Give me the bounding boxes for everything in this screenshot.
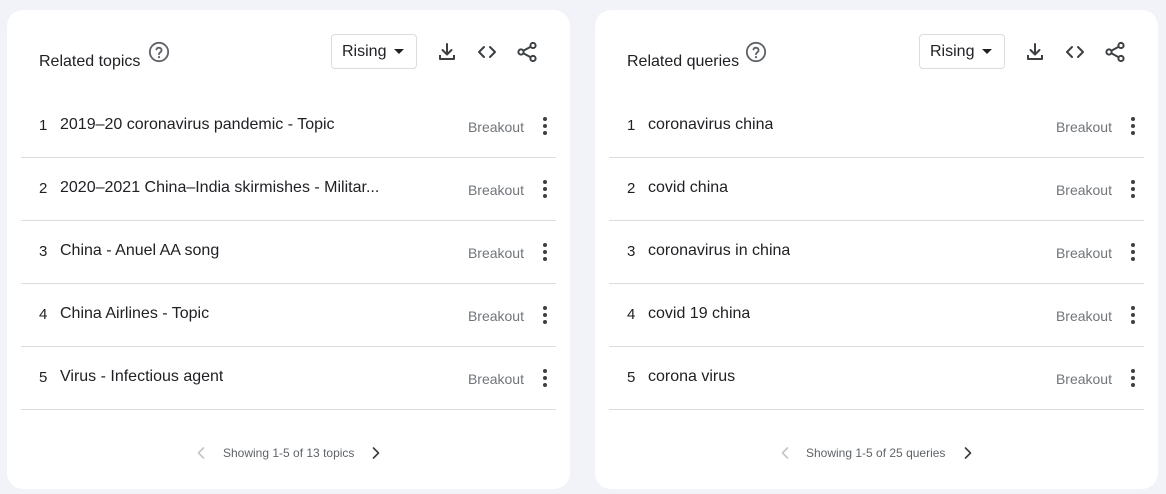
list-item[interactable]: 3 coronavirus in china Breakout: [609, 221, 1144, 284]
rank: 1: [627, 117, 636, 134]
rising-dropdown[interactable]: Rising: [331, 34, 417, 69]
item-label: 2019–20 coronavirus pandemic - Topic: [60, 116, 335, 133]
list-item[interactable]: 3 China - Anuel AA song Breakout: [21, 221, 556, 284]
code-embed-icon[interactable]: [1063, 40, 1087, 64]
dropdown-value: Rising: [930, 42, 975, 60]
rank: 4: [39, 306, 48, 323]
chevron-left-icon: [781, 447, 789, 459]
rank: 2: [39, 180, 48, 197]
item-label: coronavirus china: [648, 116, 774, 133]
rank: 4: [627, 306, 636, 323]
related-topics-card: Related topics Rising 1 2019–20 coronavi…: [7, 10, 570, 489]
rank: 5: [627, 369, 636, 386]
more-vert-icon[interactable]: [1128, 366, 1138, 390]
related-queries-card: Related queries Rising 1 coronavirus chi…: [595, 10, 1158, 489]
download-icon[interactable]: [435, 40, 459, 64]
pagination: Showing 1-5 of 13 topics: [7, 441, 570, 465]
more-vert-icon[interactable]: [540, 240, 550, 264]
item-value: Breakout: [467, 371, 524, 387]
item-value: Breakout: [1055, 371, 1112, 387]
item-label: covid china: [648, 179, 729, 196]
item-value: Breakout: [1055, 308, 1112, 324]
pagination-text: Showing 1-5 of 13 topics: [223, 446, 355, 460]
more-vert-icon[interactable]: [1128, 240, 1138, 264]
item-label: Virus - Infectious agent: [60, 368, 224, 385]
pagination-text: Showing 1-5 of 25 queries: [806, 446, 946, 460]
item-value: Breakout: [1055, 119, 1112, 135]
chevron-right-icon[interactable]: [366, 443, 386, 463]
rank: 5: [39, 369, 48, 386]
more-vert-icon[interactable]: [540, 177, 550, 201]
chevron-right-icon[interactable]: [958, 443, 978, 463]
item-value: Breakout: [1055, 182, 1112, 198]
rank: 2: [627, 180, 636, 197]
chevron-left-icon: [197, 447, 205, 459]
rising-dropdown[interactable]: Rising: [919, 34, 1005, 69]
rank: 1: [39, 117, 48, 134]
list-item[interactable]: 5 corona virus Breakout: [609, 347, 1144, 410]
item-label: coronavirus in china: [648, 242, 791, 259]
list-item[interactable]: 4 covid 19 china Breakout: [609, 284, 1144, 347]
pagination: Showing 1-5 of 25 queries: [595, 441, 1158, 465]
queries-list: 1 coronavirus china Breakout 2 covid chi…: [609, 95, 1144, 410]
topics-list: 1 2019–20 coronavirus pandemic - Topic B…: [21, 95, 556, 410]
card-title: Related queries: [627, 53, 740, 70]
list-item[interactable]: 1 coronavirus china Breakout: [609, 95, 1144, 158]
share-icon[interactable]: [1103, 40, 1127, 64]
more-vert-icon[interactable]: [1128, 303, 1138, 327]
help-circle-icon[interactable]: [148, 41, 170, 63]
list-item[interactable]: 2 covid china Breakout: [609, 158, 1144, 221]
caret-down-icon: [394, 49, 404, 54]
list-item[interactable]: 4 China Airlines - Topic Breakout: [21, 284, 556, 347]
item-value: Breakout: [467, 182, 524, 198]
item-value: Breakout: [467, 245, 524, 261]
item-value: Breakout: [467, 308, 524, 324]
share-icon[interactable]: [515, 40, 539, 64]
item-label: China - Anuel AA song: [60, 242, 220, 259]
rank: 3: [627, 243, 636, 260]
more-vert-icon[interactable]: [540, 366, 550, 390]
item-label: 2020–2021 China–India skirmishes - Milit…: [60, 179, 380, 196]
list-item[interactable]: 2 2020–2021 China–India skirmishes - Mil…: [21, 158, 556, 221]
item-value: Breakout: [1055, 245, 1112, 261]
item-label: covid 19 china: [648, 305, 751, 322]
item-value: Breakout: [467, 119, 524, 135]
rank: 3: [39, 243, 48, 260]
list-item[interactable]: 5 Virus - Infectious agent Breakout: [21, 347, 556, 410]
more-vert-icon[interactable]: [540, 303, 550, 327]
card-title: Related topics: [39, 53, 141, 70]
code-embed-icon[interactable]: [475, 40, 499, 64]
more-vert-icon[interactable]: [1128, 177, 1138, 201]
download-icon[interactable]: [1023, 40, 1047, 64]
item-label: China Airlines - Topic: [60, 305, 210, 322]
dropdown-value: Rising: [342, 42, 387, 60]
list-item[interactable]: 1 2019–20 coronavirus pandemic - Topic B…: [21, 95, 556, 158]
more-vert-icon[interactable]: [1128, 114, 1138, 138]
more-vert-icon[interactable]: [540, 114, 550, 138]
item-label: corona virus: [648, 368, 736, 385]
help-circle-icon[interactable]: [745, 41, 767, 63]
caret-down-icon: [982, 49, 992, 54]
